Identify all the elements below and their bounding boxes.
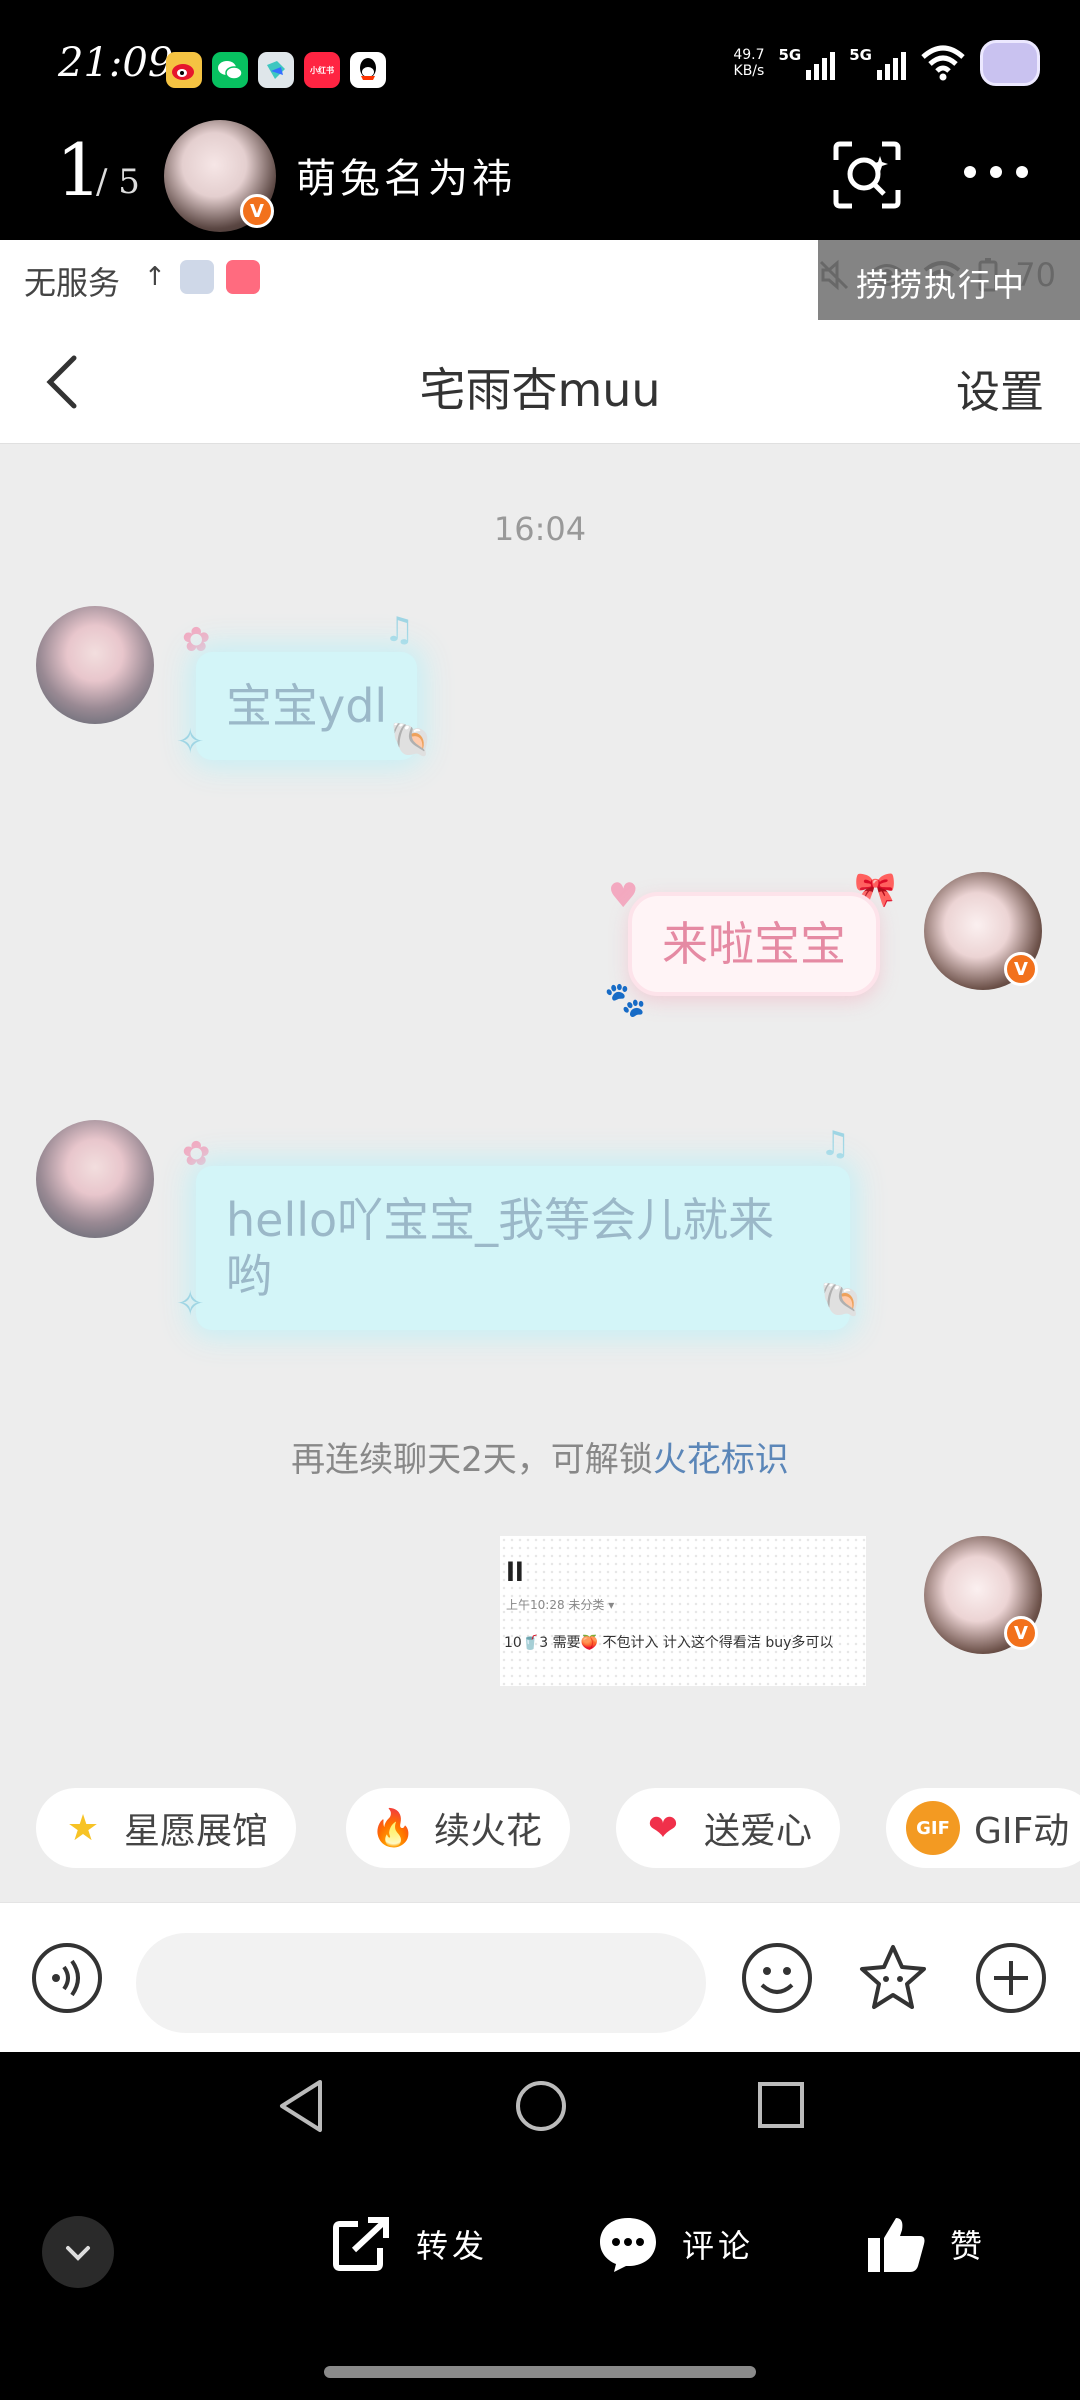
author-avatar[interactable]: V [164,120,276,232]
add-more-icon[interactable] [974,1941,1048,2015]
share-button[interactable]: 转发 [330,2214,488,2274]
android-nav-bar [0,2052,1080,2162]
emoji-icon[interactable] [740,1941,814,2015]
quick-action-send-love[interactable]: ❤ 送爱心 [616,1788,841,1868]
contact-avatar[interactable] [36,1120,154,1238]
streak-tip-text: 再连续聊天2天，可解锁 [291,1440,653,1480]
feishu-icon [258,52,294,88]
shell-deco-icon: 🐚 [820,1280,863,1320]
camera-app-icon [980,40,1040,86]
wechat-icon [212,52,248,88]
status-time: 21:09 [58,40,174,86]
status-indicators: 49.7 KB/s 5G 5G [733,40,1040,86]
heart-icon: ❤ [647,1807,679,1849]
thumbs-up-icon [868,2218,925,2272]
outer-status-bar: 21:09 小红书 49.7 KB/s 5G 5G [0,0,1080,120]
paw-deco-icon: 🐾 [604,980,647,1020]
spark-badge-link[interactable]: 火花标识 [653,1440,789,1480]
verified-badge: V [1004,1616,1038,1650]
streak-tip: 再连续聊天2天，可解锁火花标识 [0,1432,1080,1481]
star-icon: ★ [66,1807,100,1849]
inner-status-bar: 无服务 ↑ 70 捞捞执行中 [0,240,1080,340]
signal-5g-2-icon: 5G [849,46,906,80]
weibo-icon [166,52,202,88]
post-header: 1 / 5 V 萌兔名为祎 [0,120,1080,240]
home-indicator[interactable] [324,2366,756,2378]
music-note-deco-icon: ♫ [384,610,415,650]
page-index: 1 [56,128,102,212]
carrier-text: 无服务 [24,264,121,302]
quick-action-continue-spark[interactable]: 🔥 续火花 [346,1788,571,1868]
my-avatar[interactable]: V [924,1536,1042,1654]
message-input-bar [0,1902,1080,2052]
voice-input-icon[interactable] [30,1941,104,2015]
contact-avatar[interactable] [36,606,154,724]
quick-action-row: ★ 星愿展馆 🔥 续火花 ❤ 送爱心 GIF GIF动 [0,1788,1080,1868]
shell-deco-icon: 🐚 [390,720,433,760]
gif-icon: GIF [906,1801,960,1855]
post-action-bar: 转发 评论 赞 [0,2162,1080,2400]
music-note-deco-icon: ♫ [820,1124,851,1164]
wifi-icon [921,45,965,81]
message-bubble-received[interactable]: 宝宝ydl [196,652,418,760]
message-timestamp: 16:04 [493,510,587,548]
comment-button[interactable]: 评论 [596,2214,754,2274]
signal-5g-1-icon: 5G [779,46,836,80]
comment-icon [600,2218,656,2272]
qq-icon [350,52,386,88]
quick-action-star-gallery[interactable]: ★ 星愿展馆 [36,1788,297,1868]
author-name[interactable]: 萌兔名为祎 [296,146,516,204]
nav-home-icon[interactable] [514,2078,568,2134]
sticker-star-icon[interactable] [856,1941,930,2015]
my-avatar[interactable]: V [924,872,1042,990]
quick-action-gif[interactable]: GIF GIF动 [886,1788,1080,1868]
chevron-down-icon [66,2246,90,2261]
xiaohongshu-icon: 小红书 [304,52,340,88]
share-icon [333,2217,389,2271]
chat-screenshot: 无服务 ↑ 70 捞捞执行中 宅雨杏muu 设置 16:04 ✿ ♫ 宝宝ydl… [0,240,1080,2052]
collapse-button[interactable] [42,2216,114,2288]
upload-arrow-icon: ↑ [144,262,166,292]
message-bubble-received[interactable]: hello吖宝宝_我等会儿就来哟 [196,1166,850,1330]
network-speed: 49.7 KB/s [733,47,765,79]
message-bubble-sent[interactable]: 来啦宝宝 [628,892,880,996]
settings-button[interactable]: 设置 [956,356,1044,420]
nav-recents-icon[interactable] [756,2078,806,2134]
notification-app-icons: 小红书 [166,52,386,88]
more-options-icon[interactable] [964,166,1028,178]
fire-icon: 🔥 [370,1808,416,1849]
like-button[interactable]: 赞 [866,2214,986,2274]
image-search-icon[interactable] [832,140,902,210]
page-total: / 5 [96,162,140,202]
sparkle-deco-icon: ✧ [176,722,205,762]
message-input[interactable] [136,1933,706,2033]
sparkle-deco-icon: ✧ [176,1284,205,1324]
nav-back-icon[interactable] [276,2078,326,2134]
mini-shop-icon [226,260,260,294]
chat-header: 宅雨杏muu 设置 [0,320,1080,444]
mini-app-icon [180,260,214,294]
image-message[interactable]: ll 上午10:28 未分类 ▾ 10🥤3 需要🍑 不包计入 计入这个得看洁 b… [500,1536,866,1686]
verified-badge: V [240,194,274,228]
verified-badge: V [1004,952,1038,986]
chat-title: 宅雨杏muu [419,363,661,417]
